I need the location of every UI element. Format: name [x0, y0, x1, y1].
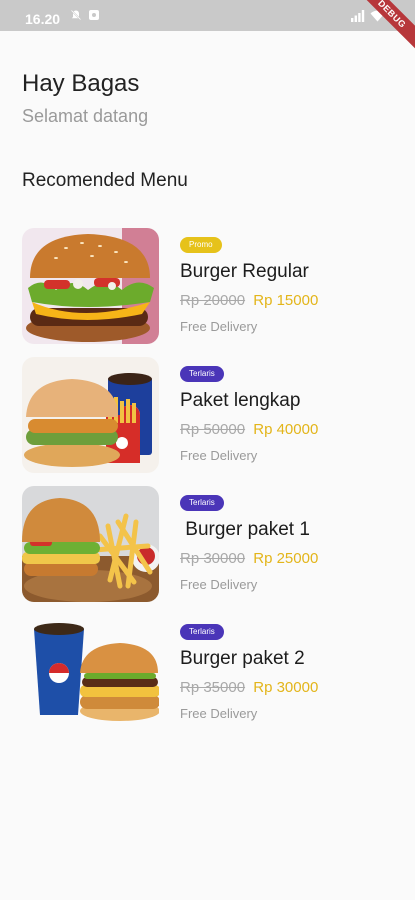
menu-item[interactable]: Terlaris Burger paket 2 Rp 35000 Rp 3000…	[22, 615, 392, 731]
burger-regular-image	[22, 228, 159, 344]
delivery-info: Free Delivery	[180, 577, 258, 592]
old-price: Rp 50000	[180, 421, 246, 438]
menu-item-name: Paket lengkap	[180, 390, 301, 411]
greeting-title: Hay Bagas	[22, 70, 140, 97]
discount-price: Rp 30000	[253, 679, 319, 696]
badge-promo: Promo	[180, 237, 222, 253]
badge-terlaris: Terlaris	[180, 366, 224, 382]
burger-paket-1-image	[22, 486, 159, 602]
notification-square-icon	[89, 10, 99, 20]
discount-price: Rp 40000	[253, 421, 319, 438]
old-price: Rp 35000	[180, 679, 246, 696]
burger-paket-2-image	[22, 615, 159, 731]
greeting-subtitle: Selamat datang	[22, 106, 149, 126]
menu-item-name: Burger paket 1	[180, 519, 310, 540]
price-row: Rp 30000 Rp 25000	[180, 550, 318, 567]
menu-item[interactable]: Promo Burger Regular Rp 20000 Rp 15000 F…	[22, 228, 392, 344]
signal-icon	[351, 9, 365, 22]
menu-item[interactable]: Terlaris Burger paket 1 Rp 30000 Rp 2500…	[22, 486, 392, 602]
menu-item[interactable]: Terlaris Paket lengkap Rp 50000 Rp 40000…	[22, 357, 392, 473]
old-price: Rp 20000	[180, 292, 246, 309]
menu-item-name: Burger Regular	[180, 261, 309, 282]
section-title: Recomended Menu	[22, 170, 188, 191]
status-time: 16.20	[25, 11, 61, 27]
discount-price: Rp 25000	[253, 550, 319, 567]
old-price: Rp 30000	[180, 550, 246, 567]
status-left-icons	[70, 9, 100, 21]
price-row: Rp 50000 Rp 40000	[180, 421, 318, 438]
delivery-info: Free Delivery	[180, 448, 258, 463]
menu-item-name: Burger paket 2	[180, 648, 305, 669]
discount-price: Rp 15000	[253, 292, 319, 309]
price-row: Rp 35000 Rp 30000	[180, 679, 318, 696]
badge-terlaris: Terlaris	[180, 495, 224, 511]
badge-terlaris: Terlaris	[180, 624, 224, 640]
delivery-info: Free Delivery	[180, 706, 258, 721]
delivery-info: Free Delivery	[180, 319, 258, 334]
price-row: Rp 20000 Rp 15000	[180, 292, 318, 309]
paket-lengkap-image	[22, 357, 159, 473]
mute-bell-icon	[70, 9, 82, 21]
status-bar: 16.20	[0, 0, 415, 31]
